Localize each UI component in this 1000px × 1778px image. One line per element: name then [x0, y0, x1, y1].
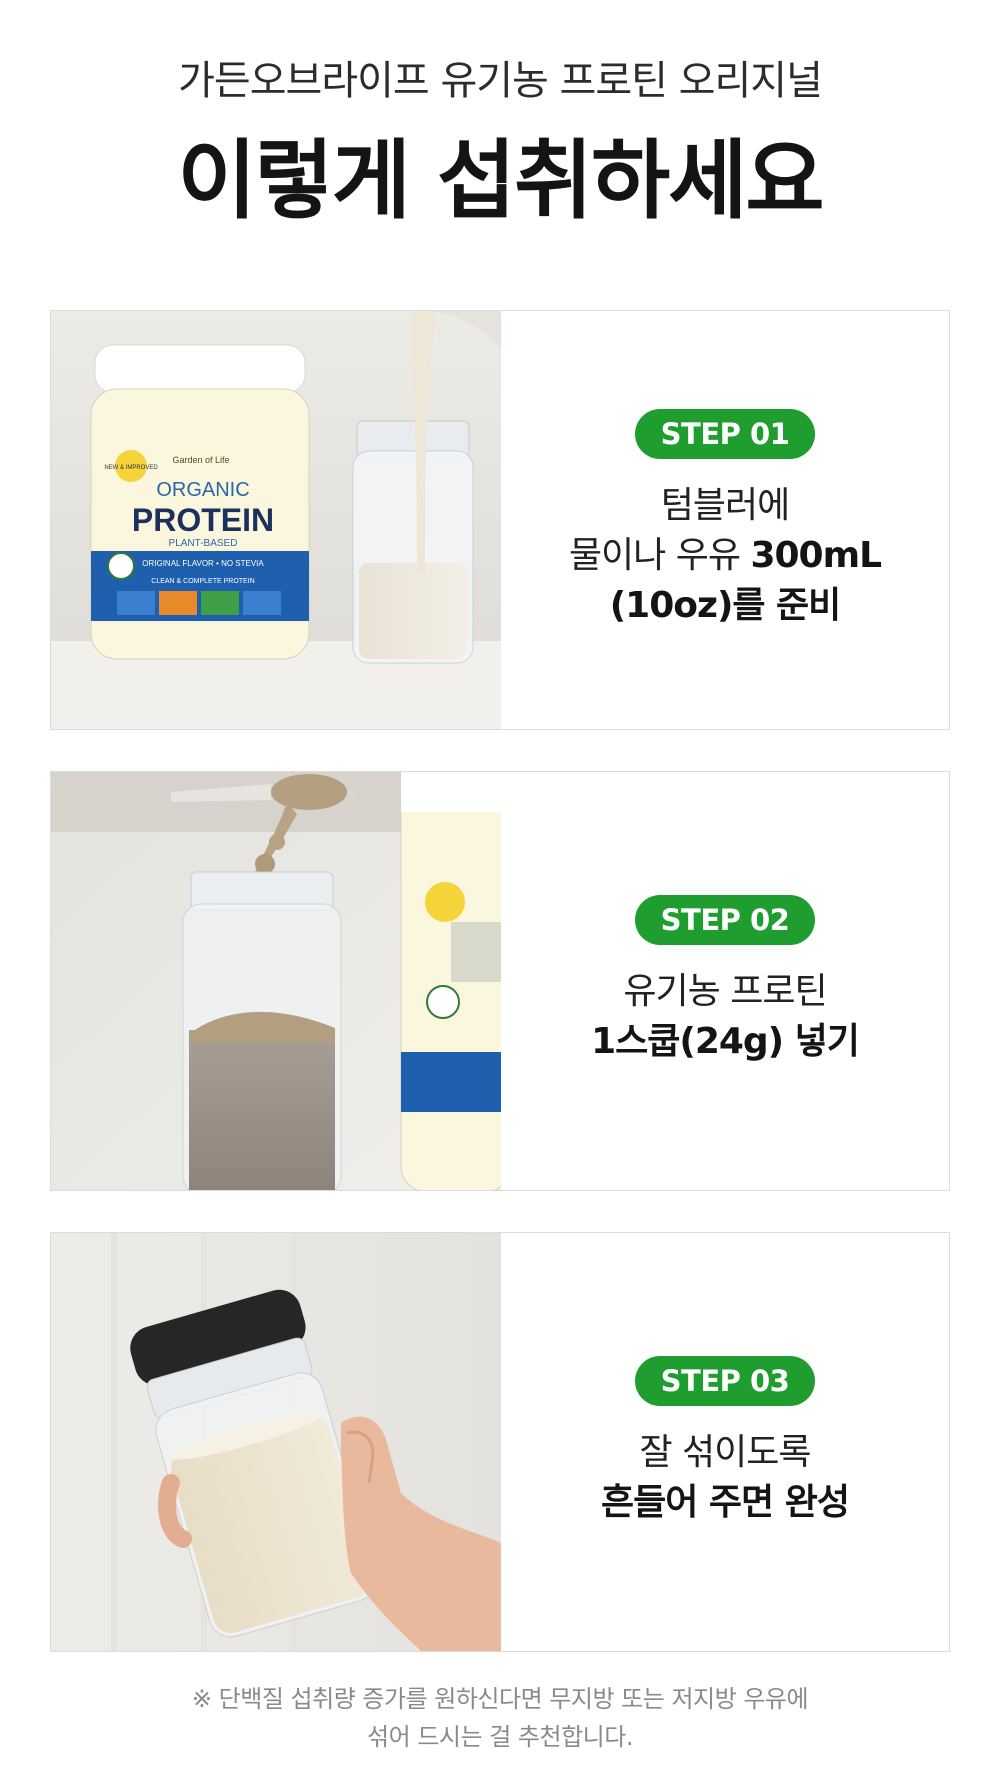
step-2-line-2: 1스쿱(24g) 넣기	[591, 1017, 860, 1067]
label-tagline: CLEAN & COMPLETE PROTEIN	[151, 578, 254, 585]
step-card-2: STEP 02 유기농 프로틴 1스쿱(24g) 넣기	[50, 771, 950, 1191]
page-title: 이렇게 섭취하세요	[177, 131, 825, 231]
label-new-badge: NEW & IMPROVED	[104, 465, 158, 471]
step-1-badge: STEP 01	[634, 409, 816, 459]
step-2-badge: STEP 02	[634, 895, 816, 945]
label-brand: Garden of Life	[172, 455, 229, 465]
step-1-text: STEP 01 텀블러에 물이나 우유 300mL (10oz)를 준비	[501, 311, 949, 729]
step-3-line-2: 흔들어 주면 완성	[601, 1478, 850, 1528]
step-1-photo: NEW & IMPROVED Garden of Life ORGANIC PR…	[51, 311, 501, 729]
step-1-line-2: 물이나 우유 300mL	[568, 531, 882, 581]
step-2-line-1: 유기농 프로틴	[623, 971, 827, 1012]
page: 가든오브라이프 유기농 프로틴 오리지널 이렇게 섭취하세요 NEW & IMP…	[0, 0, 1000, 1778]
step-2-photo	[51, 772, 501, 1190]
step-1-line-3: (10oz)를 준비	[609, 581, 842, 631]
step-1-line-1: 텀블러에	[660, 485, 790, 526]
label-protein: PROTEIN	[132, 502, 274, 538]
footnote-line-2: 섞어 드시는 걸 추천합니다.	[367, 1723, 633, 1751]
step-3-line-1: 잘 섞이도록	[639, 1432, 811, 1473]
label-organic: ORGANIC	[156, 479, 249, 501]
step-card-1: NEW & IMPROVED Garden of Life ORGANIC PR…	[50, 310, 950, 730]
step-2-text: STEP 02 유기농 프로틴 1스쿱(24g) 넣기	[501, 772, 949, 1190]
footnote: ※ 단백질 섭취량 증가를 원하신다면 무지방 또는 저지방 우유에 섞어 드시…	[0, 1680, 1000, 1756]
step-card-3: STEP 03 잘 섞이도록 흔들어 주면 완성	[50, 1232, 950, 1652]
step-3-photo	[51, 1233, 501, 1651]
label-flavor: ORIGINAL FLAVOR • NO STEVIA	[142, 559, 264, 568]
step-3-badge: STEP 03	[634, 1356, 816, 1406]
footnote-line-1: ※ 단백질 섭취량 증가를 원하신다면 무지방 또는 저지방 우유에	[191, 1685, 809, 1713]
step-1-line-2-bold: 300mL	[750, 535, 882, 576]
product-subtitle: 가든오브라이프 유기농 프로틴 오리지널	[178, 58, 823, 104]
step-1-line-3-bold: (10oz)를 준비	[609, 585, 842, 626]
step-2-line-2-bold: 1스쿱(24g) 넣기	[591, 1021, 860, 1062]
label-plant-based: PLANT-BASED	[169, 538, 238, 549]
step-3-line-2-bold: 흔들어 주면 완성	[601, 1482, 850, 1523]
step-3-text: STEP 03 잘 섞이도록 흔들어 주면 완성	[501, 1233, 949, 1651]
step-1-line-2-regular: 물이나 우유	[568, 535, 751, 576]
